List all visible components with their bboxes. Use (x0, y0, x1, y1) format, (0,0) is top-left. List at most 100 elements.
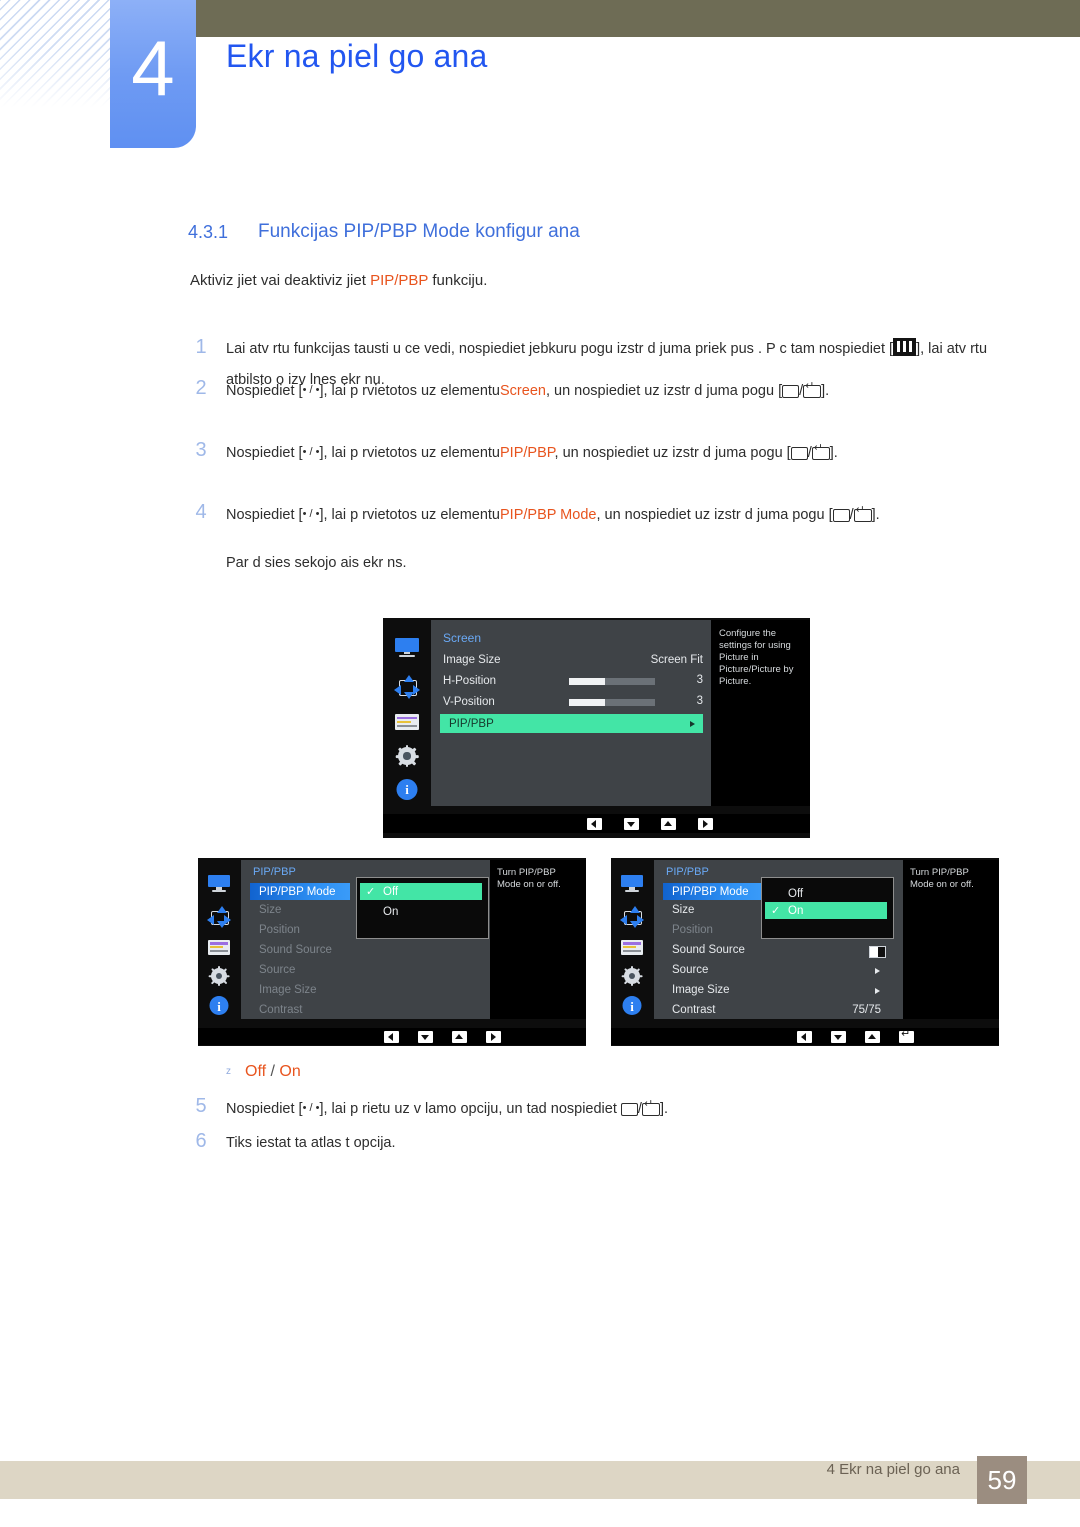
osd-row-label[interactable]: Source (672, 964, 708, 976)
osd-row-pip-pbp-selected[interactable]: PIP/PBP (440, 714, 703, 733)
page-title: Ekr na piel go ana (226, 38, 488, 74)
step-index: 3 (195, 439, 207, 461)
step-index: 6 (195, 1130, 207, 1152)
section-intro: Aktiviz jiet vai deaktiviz jiet PIP/PBP … (190, 272, 487, 289)
osd-row-label[interactable]: Size (672, 904, 694, 916)
osd-screenshot-right: PIP/PBP PIP/PBP Mode Size Position Sound… (611, 858, 999, 1046)
osd-list-icon[interactable] (621, 940, 643, 955)
osd-option-label: Off (383, 885, 399, 898)
osd-row-label[interactable]: Position (672, 924, 713, 936)
step-5-part2: ], lai p rietu uz v lamo opciju, un tad … (319, 1101, 617, 1117)
step-subnote: Par d sies sekojo ais ekr ns. (226, 555, 407, 571)
osd-row-label[interactable]: Contrast (672, 1004, 715, 1016)
nav-left-button[interactable] (384, 1030, 399, 1043)
osd-help-text: Turn PIP/PBP Mode on or off. (497, 867, 561, 890)
step-4-part1: Nospiediet [ (226, 507, 303, 523)
nav-enter-button[interactable] (899, 1028, 914, 1043)
nav-up-button[interactable] (865, 1030, 880, 1043)
osd-row-label[interactable]: Source (259, 964, 295, 976)
step-text: Nospiediet [• / •], lai p rvietotos uz e… (226, 499, 1016, 531)
enter-button-icon (853, 505, 872, 522)
step-1-part1: Lai atv rtu funkcijas tausti u ce vedi, … (226, 341, 894, 357)
rectangle-button-icon (790, 447, 808, 460)
osd-row-label[interactable]: Sound Source (259, 944, 332, 956)
step-4-part3: , un nospiediet uz izstr d juma pogu [ (596, 507, 833, 523)
info-icon[interactable] (396, 779, 418, 800)
step-2-part2: ], lai p rvietotos uz elementu (319, 383, 500, 399)
gear-icon[interactable] (621, 965, 643, 987)
osd-row-pip-pbp-mode-selected[interactable]: PIP/PBP Mode (250, 883, 350, 900)
osd-row-label[interactable]: Contrast (259, 1004, 302, 1016)
monitor-icon[interactable] (208, 875, 230, 892)
osd-list-icon[interactable] (208, 940, 230, 955)
osd-option-label: On (788, 904, 804, 917)
osd-list-icon[interactable] (395, 714, 419, 730)
monitor-icon[interactable] (395, 638, 419, 657)
nav-left-button[interactable] (587, 817, 602, 830)
position-arrows-icon[interactable] (394, 675, 420, 699)
intro-highlight: PIP/PBP (370, 272, 429, 289)
info-icon[interactable] (209, 996, 229, 1017)
osd-row-label[interactable]: Position (259, 924, 300, 936)
osd-nav-bar (383, 814, 810, 833)
osd-option-on-selected[interactable]: ✓ On (765, 902, 887, 919)
step-4-keys: • / • (302, 508, 320, 520)
chapter-number-badge: 4 (110, 0, 196, 148)
osd-row-label[interactable]: Image Size (443, 654, 501, 666)
osd-menu-title: Screen (443, 631, 482, 645)
osd-row-label: PIP/PBP Mode (672, 885, 749, 898)
osd-row-label[interactable]: V-Position (443, 696, 495, 708)
osd-nav-bar (198, 1028, 586, 1045)
position-arrows-icon[interactable] (620, 906, 644, 928)
step-5-part1: Nospiediet [ (226, 1101, 303, 1117)
osd-option-label[interactable]: Off (788, 888, 803, 900)
osd-menu-title: PIP/PBP (253, 866, 296, 878)
chevron-right-icon (690, 720, 695, 727)
osd-row-label[interactable]: Size (259, 904, 281, 916)
nav-up-button[interactable] (452, 1030, 467, 1043)
step-5-keys: • / • (302, 1102, 320, 1114)
step-text: Tiks iestat ta atlas t opcija. (226, 1135, 396, 1151)
nav-down-button[interactable] (831, 1030, 846, 1043)
checkmark-icon: ✓ (771, 905, 781, 917)
position-arrows-icon[interactable] (207, 906, 231, 928)
keypad-icon (893, 338, 917, 356)
gear-icon[interactable] (395, 744, 419, 768)
nav-right-button[interactable] (486, 1030, 501, 1043)
osd-option-off-selected[interactable]: ✓ Off (360, 883, 482, 900)
osd-row-pip-pbp-mode-selected[interactable]: PIP/PBP Mode (663, 883, 763, 900)
nav-right-button[interactable] (698, 817, 713, 830)
osd-row-label[interactable]: H-Position (443, 675, 496, 687)
osd-row-label[interactable]: Image Size (672, 984, 730, 996)
osd-row-label: PIP/PBP (449, 717, 494, 730)
osd-row-label[interactable]: Image Size (259, 984, 317, 996)
osd-row-label[interactable]: Sound Source (672, 944, 745, 956)
gear-icon[interactable] (208, 965, 230, 987)
step-item: 4 Nospiediet [• / •], lai p rvietotos uz… (190, 499, 1016, 531)
osd-row-value: 75/75 (852, 1004, 881, 1016)
monitor-icon[interactable] (621, 875, 643, 892)
step-2-keys: • / • (302, 384, 320, 396)
h-position-slider[interactable] (569, 678, 655, 685)
step-index: 5 (195, 1095, 207, 1117)
sound-source-toggle[interactable] (869, 946, 886, 958)
osd-help-text: Turn PIP/PBP Mode on or off. (910, 867, 974, 890)
nav-down-button[interactable] (418, 1030, 433, 1043)
section-title: Funkcijas PIP/PBP Mode konfigur ana (258, 221, 580, 242)
step-index: 1 (195, 336, 207, 358)
nav-down-button[interactable] (624, 817, 639, 830)
info-icon[interactable] (622, 996, 642, 1017)
nav-left-button[interactable] (797, 1030, 812, 1043)
enter-button-icon (803, 381, 822, 398)
option-off-label: Off (245, 1063, 267, 1080)
osd-option-label[interactable]: On (383, 906, 398, 918)
step-3-part4: ]. (829, 445, 838, 461)
intro-text-after: funkciju. (432, 272, 488, 289)
osd-row-value: 3 (696, 695, 703, 707)
step-2-part3: , un nospiediet uz izstr d juma pogu [ (545, 383, 783, 399)
step-text: Nospiediet [• / •], lai p rvietotos uz e… (226, 375, 1016, 407)
nav-up-button[interactable] (661, 817, 676, 830)
step-index: 4 (195, 501, 207, 523)
v-position-slider[interactable] (569, 699, 655, 706)
step-text: Nospiediet [• / •], lai p rietu uz v lam… (226, 1093, 1016, 1125)
